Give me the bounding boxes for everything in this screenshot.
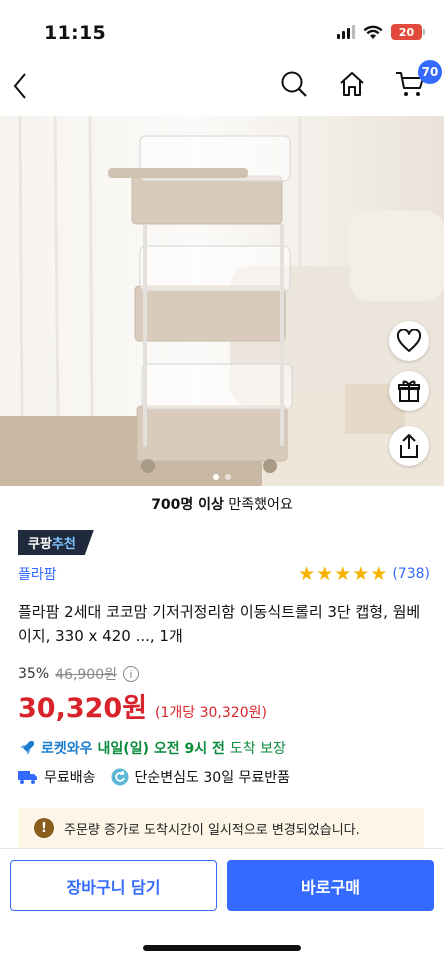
- free-return-label: 단순변심도 30일 무료반품: [134, 770, 291, 786]
- return-icon: [111, 768, 129, 786]
- shipping-row: 무료배송 단순변심도 30일 무료반품: [18, 767, 300, 787]
- signal-icon: [337, 25, 355, 39]
- nav-actions: 70: [278, 60, 442, 100]
- status-bar: 11:15 20: [0, 0, 444, 62]
- review-count[interactable]: (738): [392, 566, 430, 582]
- satisfaction-text: 700명 이상 만족했어요: [0, 494, 444, 514]
- product-photo: [0, 116, 444, 486]
- cart-button[interactable]: 70: [394, 60, 442, 100]
- delivery-guarantee: 도착 보장: [229, 741, 286, 757]
- delivery-notice: ! 주문량 증가로 도착시간이 일시적으로 변경되었습니다.: [18, 808, 424, 848]
- discount-row: 35% 46,900원 i: [18, 664, 139, 684]
- price-row: 30,320원 (1개당 30,320원): [18, 686, 267, 725]
- pagination-dot[interactable]: [213, 474, 219, 480]
- free-shipping-label: 무료배송: [44, 770, 96, 786]
- rating[interactable]: ★ ★ ★ ★ ★ (738): [298, 562, 430, 585]
- star-icon: ★: [334, 562, 352, 585]
- product-title: 플라팜 2세대 코코맘 기저귀정리함 이동식트롤리 3단 캡형, 웜베이지, 3…: [18, 603, 421, 645]
- badge-part2: 추천: [51, 537, 76, 552]
- gift-icon: [398, 380, 420, 402]
- delivery-row: 로켓와우 내일(일) 오전 9시 전 도착 보장: [18, 738, 286, 758]
- share-icon: [400, 434, 418, 458]
- back-button[interactable]: [8, 68, 32, 104]
- brand-link[interactable]: 플라팜: [18, 564, 57, 584]
- delivery-date: 내일(일) 오전 9시 전: [97, 741, 225, 757]
- add-to-cart-button[interactable]: 장바구니 담기: [10, 860, 217, 911]
- bottom-action-bar: 장바구니 담기 바로구매: [0, 848, 444, 961]
- gift-button[interactable]: [389, 371, 429, 411]
- home-button[interactable]: [336, 68, 368, 100]
- star-icon: ★: [352, 562, 370, 585]
- unit-price: (1개당 30,320원): [155, 705, 267, 721]
- coupang-recommend-badge: 쿠팡 추천: [18, 530, 94, 555]
- star-icon: ★: [370, 562, 388, 585]
- warning-icon: !: [34, 818, 54, 838]
- info-icon[interactable]: i: [123, 666, 139, 682]
- badge-part1: 쿠팡: [28, 537, 52, 552]
- discount-rate: 35%: [18, 666, 50, 682]
- satisfaction-count: 700명 이상: [151, 497, 224, 513]
- image-pagination: [213, 474, 231, 480]
- buy-now-button[interactable]: 바로구매: [227, 860, 434, 911]
- status-time: 11:15: [44, 22, 106, 44]
- wishlist-button[interactable]: [389, 321, 429, 361]
- top-nav: 70: [0, 60, 444, 112]
- free-shipping: 무료배송: [18, 767, 96, 787]
- truck-icon: [18, 771, 37, 784]
- search-button[interactable]: [278, 68, 310, 100]
- star-icon: ★: [298, 562, 316, 585]
- status-icons: 20: [337, 24, 425, 40]
- pagination-dot[interactable]: [225, 474, 231, 480]
- wifi-icon: [363, 25, 383, 39]
- brand-rating-row: 플라팜 ★ ★ ★ ★ ★ (738): [18, 563, 430, 585]
- rocket-icon: [20, 741, 34, 755]
- sale-price: 30,320원: [18, 693, 148, 724]
- search-icon: [281, 71, 307, 97]
- battery-icon: 20: [391, 24, 425, 40]
- product-image[interactable]: [0, 116, 444, 486]
- heart-icon: [396, 329, 422, 352]
- home-indicator[interactable]: [143, 945, 301, 951]
- share-button[interactable]: [389, 426, 429, 466]
- free-return: 단순변심도 30일 무료반품: [111, 767, 291, 787]
- rocket-wow-label: 로켓와우: [41, 741, 93, 757]
- notice-text: 주문량 증가로 도착시간이 일시적으로 변경되었습니다.: [64, 822, 360, 838]
- star-icon: ★: [316, 562, 334, 585]
- chevron-left-icon: [13, 73, 26, 99]
- satisfaction-suffix: 만족했어요: [223, 497, 293, 513]
- home-icon: [340, 72, 364, 96]
- original-price: 46,900원: [55, 667, 117, 683]
- cart-count-badge: 70: [418, 60, 442, 84]
